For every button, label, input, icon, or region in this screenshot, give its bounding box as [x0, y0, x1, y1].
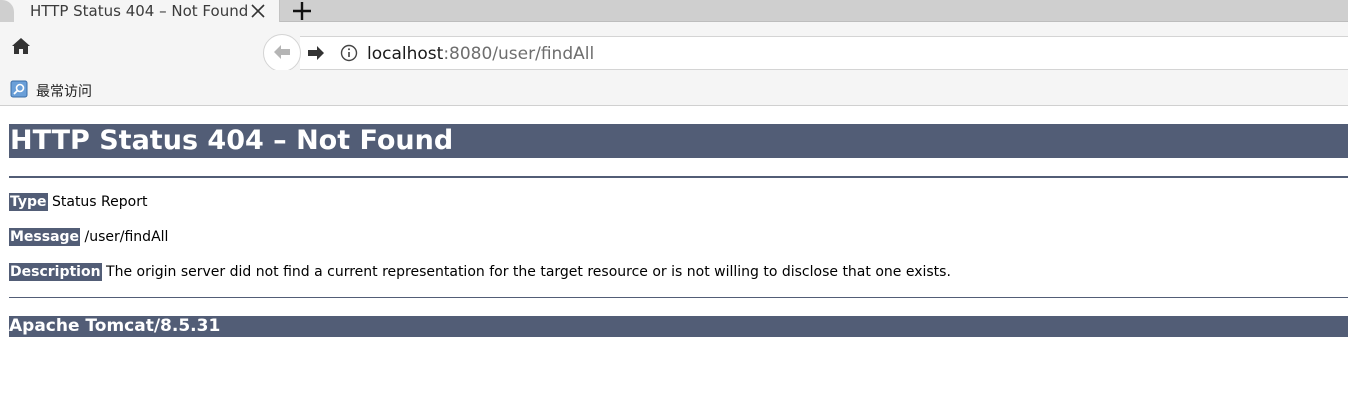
arrow-left-icon[interactable] — [272, 43, 292, 61]
type-row: Type Status Report — [9, 193, 148, 211]
type-value: Status Report — [51, 194, 148, 210]
divider-bottom — [9, 297, 1348, 298]
bookmarks-bar: 最常访问 — [0, 70, 1348, 106]
home-icon[interactable] — [10, 36, 32, 56]
message-value: /user/findAll — [84, 229, 169, 245]
bookmark-most-visited[interactable]: 最常访问 — [36, 81, 92, 101]
tab-strip: HTTP Status 404 – Not Found — [0, 0, 1348, 24]
message-label: Message — [9, 228, 81, 246]
url-text[interactable]: localhost:8080/user/findAll — [367, 44, 594, 64]
url-path: :8080/user/findAll — [443, 44, 595, 64]
bookmark-folder-icon — [10, 80, 28, 98]
divider-top — [9, 176, 1348, 178]
nav-bar: localhost:8080/user/findAll — [0, 22, 1348, 72]
info-icon[interactable] — [340, 44, 358, 62]
type-label: Type — [9, 193, 48, 211]
browser-tab[interactable]: HTTP Status 404 – Not Found — [0, 0, 280, 23]
server-footer: Apache Tomcat/8.5.31 — [9, 316, 1348, 337]
arrow-right-icon[interactable] — [306, 44, 326, 62]
page-title: HTTP Status 404 – Not Found — [9, 124, 1348, 158]
plus-icon[interactable] — [289, 0, 315, 24]
tab-cap — [0, 0, 14, 23]
description-label: Description — [9, 263, 102, 281]
message-row: Message /user/findAll — [9, 228, 169, 246]
description-row: Description The origin server did not fi… — [9, 263, 951, 281]
description-value: The origin server did not find a current… — [106, 264, 951, 280]
tab-title: HTTP Status 404 – Not Found — [30, 2, 249, 20]
url-host: localhost — [367, 44, 444, 64]
close-icon[interactable] — [249, 2, 267, 20]
